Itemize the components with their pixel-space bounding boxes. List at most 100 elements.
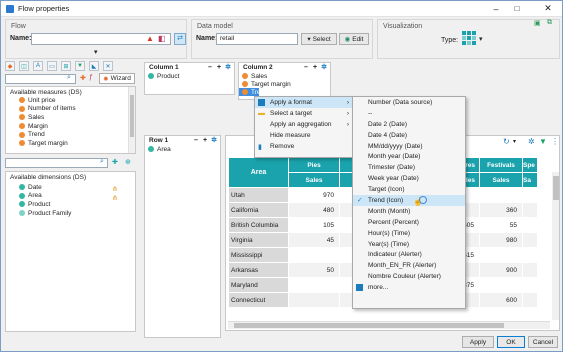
more-formats-option[interactable]: more... bbox=[353, 282, 465, 293]
dimension-tree-icon[interactable]: ⊕ bbox=[125, 158, 131, 166]
format-option[interactable]: Number (Data source) bbox=[353, 97, 465, 108]
format-option[interactable]: Month year (Date) bbox=[353, 151, 465, 162]
format-option[interactable]: Trimester (Date) bbox=[353, 162, 465, 173]
tools-tab-icon[interactable]: ✕ bbox=[103, 61, 113, 71]
row1-item[interactable]: Area bbox=[145, 145, 220, 153]
view-icon[interactable]: ▣ bbox=[534, 19, 541, 27]
table-type-icon[interactable] bbox=[462, 31, 476, 45]
measures-list[interactable]: Available measures (DS) Unit price Numbe… bbox=[5, 86, 136, 154]
collapse-icon[interactable]: – bbox=[207, 64, 213, 71]
apply-format-menu-item[interactable]: Apply a format › bbox=[255, 97, 353, 108]
more-options-icon[interactable]: ⋮ bbox=[551, 137, 559, 146]
row1-panel[interactable]: Row 1 – + ✲ Area bbox=[144, 135, 221, 338]
hide-measure-menu-item[interactable]: Hide measure bbox=[255, 130, 353, 141]
calc-tab-icon[interactable]: ▭ bbox=[47, 61, 57, 71]
dimension-search-input[interactable] bbox=[5, 158, 108, 168]
row1-title: Row 1 bbox=[149, 137, 169, 144]
table-cell bbox=[523, 293, 537, 307]
group-header: Spe bbox=[523, 158, 537, 172]
title-bar[interactable]: Flow properties – □ ✕ bbox=[1, 1, 562, 17]
add-icon[interactable]: + bbox=[312, 64, 318, 71]
select-target-menu-item[interactable]: ▬ Select a target › bbox=[255, 108, 353, 119]
wizard-button[interactable]: ✹ Wizard bbox=[99, 73, 135, 84]
export-icon[interactable]: ⧉ bbox=[547, 19, 552, 27]
settings-icon[interactable]: ✲ bbox=[321, 64, 327, 71]
measures-tab-icon[interactable]: ◆ bbox=[5, 61, 15, 71]
edit-button[interactable]: ◉ Edit bbox=[339, 33, 369, 45]
table-cell bbox=[480, 278, 522, 292]
column2-item-selected[interactable]: Trend bbox=[239, 88, 268, 96]
measure-item[interactable]: Trend bbox=[6, 130, 135, 139]
settings-icon[interactable]: ✲ bbox=[528, 137, 535, 146]
type-dropdown-icon[interactable]: ▾ bbox=[479, 35, 483, 43]
format-option[interactable]: Hour(s) (Time) bbox=[353, 228, 465, 239]
format-option[interactable]: Date 2 (Date) bbox=[353, 119, 465, 130]
cancel-button[interactable]: Cancel bbox=[528, 336, 558, 348]
measure-item[interactable]: Number of items bbox=[6, 105, 135, 114]
measure-item[interactable]: Margin bbox=[6, 122, 135, 131]
filter-icon[interactable]: ▼ bbox=[539, 137, 547, 146]
settings-icon[interactable]: ✲ bbox=[211, 137, 217, 144]
measures-scrollbar[interactable] bbox=[128, 87, 135, 153]
measure-item[interactable]: Unit price bbox=[6, 96, 135, 105]
format-option[interactable]: MM/dd/yyyy (Date) bbox=[353, 141, 465, 152]
refresh-icon[interactable]: ↻ bbox=[503, 137, 510, 146]
measure-item[interactable]: Sales bbox=[6, 113, 135, 122]
format-option[interactable]: Nombre Couleur (Alerter) bbox=[353, 271, 465, 282]
column1-panel[interactable]: Column 1 – + ✲ Product bbox=[144, 62, 235, 95]
table-cell: 900 bbox=[480, 263, 522, 277]
data-model-name-input[interactable]: retail bbox=[216, 33, 298, 45]
maximize-button[interactable]: □ bbox=[511, 4, 523, 13]
add-icon[interactable]: + bbox=[202, 137, 208, 144]
apply-button[interactable]: Apply bbox=[462, 336, 494, 348]
dimension-item[interactable]: Product Family bbox=[6, 209, 135, 218]
column1-item[interactable]: Product bbox=[145, 72, 234, 80]
add-dimension-icon[interactable]: ✚ bbox=[112, 158, 118, 166]
format-option[interactable]: Month (Month) bbox=[353, 206, 465, 217]
flag-icon[interactable]: ◧ bbox=[158, 34, 166, 43]
format-option[interactable]: Week year (Date) bbox=[353, 173, 465, 184]
format-option-selected[interactable]: ✓ Trend (Icon) ☝ bbox=[353, 195, 465, 206]
table-cell bbox=[523, 188, 537, 202]
column2-item[interactable]: Sales bbox=[239, 72, 330, 80]
row-header: Connecticut bbox=[229, 293, 288, 307]
measure-item[interactable]: Target margin bbox=[6, 139, 135, 148]
measure-search-input[interactable] bbox=[5, 74, 76, 84]
table-horizontal-scrollbar[interactable] bbox=[228, 321, 550, 329]
dropdown-arrow-icon[interactable]: ▾ bbox=[513, 138, 516, 145]
format-option[interactable]: Year(s) (Time) bbox=[353, 239, 465, 250]
filter-tab-icon[interactable]: ▼ bbox=[75, 61, 85, 71]
close-button[interactable]: ✕ bbox=[541, 3, 555, 14]
dimensions-tab-icon[interactable]: ◫ bbox=[19, 61, 29, 71]
search-icon[interactable]: ⌕ bbox=[67, 74, 71, 82]
edit-button-label: Edit bbox=[352, 35, 364, 43]
format-option[interactable]: Target (Icon) bbox=[353, 184, 465, 195]
settings-icon[interactable]: ✲ bbox=[225, 64, 231, 71]
flow-group-label: Flow bbox=[11, 23, 26, 30]
remove-menu-item[interactable]: ▮ Remove bbox=[255, 141, 353, 152]
dimensions-list[interactable]: Available dimensions (DS) Date Area Prod… bbox=[5, 171, 136, 332]
column2-item[interactable]: Target margin bbox=[239, 80, 330, 88]
swap-icon[interactable]: ⇄ bbox=[174, 33, 186, 45]
column2-panel[interactable]: Column 2 – + ✲ Sales Target margin Trend bbox=[238, 62, 331, 100]
apply-aggregation-menu-item[interactable]: Apply an aggregation › bbox=[255, 119, 353, 130]
select-button[interactable]: ▾ Select bbox=[301, 33, 337, 45]
text-tab-icon[interactable]: A bbox=[33, 61, 43, 71]
minimize-button[interactable]: – bbox=[489, 4, 503, 14]
add-icon[interactable]: + bbox=[216, 64, 222, 71]
add-measure-icon[interactable]: ✚ bbox=[80, 74, 86, 82]
format-option[interactable]: Percent (Percent) bbox=[353, 217, 465, 228]
formula-icon[interactable]: ƒ bbox=[89, 74, 93, 81]
collapse-chevron-icon[interactable]: ▾ bbox=[94, 48, 98, 56]
format-option[interactable]: Indicateur (Alerter) bbox=[353, 249, 465, 260]
format-option[interactable]: -- bbox=[353, 108, 465, 119]
tree-tab-icon[interactable]: ⊞ bbox=[61, 61, 71, 71]
table-right-scrollbar[interactable] bbox=[552, 172, 559, 320]
ok-button[interactable]: OK bbox=[497, 336, 525, 348]
collapse-icon[interactable]: – bbox=[303, 64, 309, 71]
dimension-search-icon[interactable]: ⌕ bbox=[100, 158, 104, 166]
chart-tab-icon[interactable]: ◣ bbox=[89, 61, 99, 71]
format-option[interactable]: Date 4 (Date) bbox=[353, 130, 465, 141]
format-option[interactable]: Month_EN_FR (Alerter) bbox=[353, 260, 465, 271]
collapse-icon[interactable]: – bbox=[193, 137, 199, 144]
